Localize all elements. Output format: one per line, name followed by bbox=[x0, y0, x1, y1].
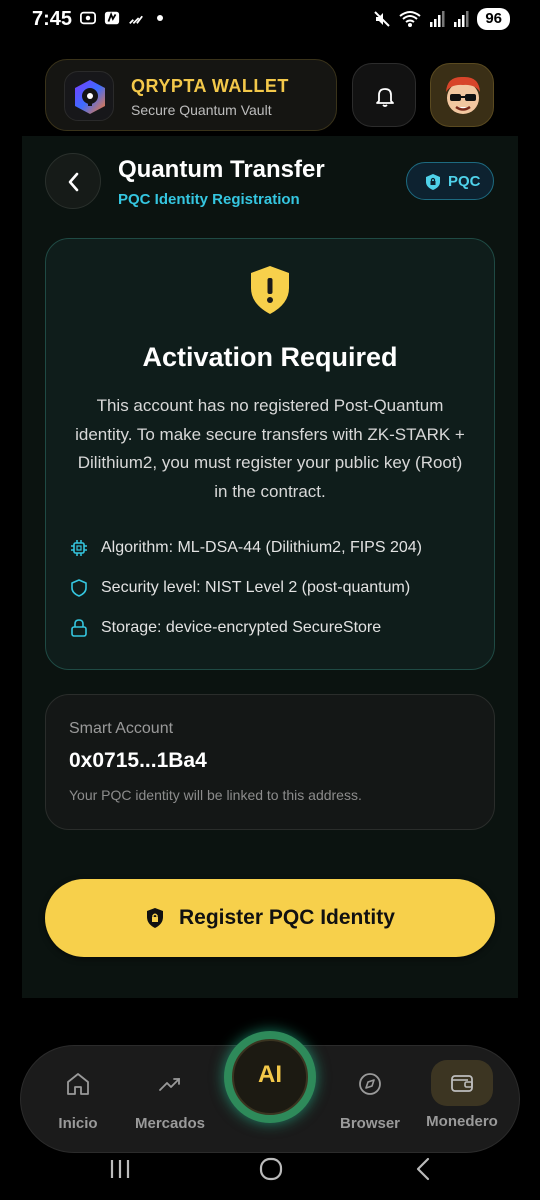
nav-label-inicio: Inicio bbox=[58, 1115, 98, 1132]
home-button-icon[interactable] bbox=[258, 1156, 284, 1182]
ai-button-inner: AI bbox=[232, 1039, 308, 1115]
logo-icon bbox=[64, 71, 114, 121]
shield-icon bbox=[71, 579, 87, 597]
status-right-icons: 96 bbox=[373, 8, 510, 30]
nav-item-mercados[interactable]: Mercados bbox=[125, 1070, 215, 1132]
app-name: QRYPTA WALLET bbox=[131, 76, 289, 96]
feature-security-text: Security level: NIST Level 2 (post-quant… bbox=[101, 579, 411, 596]
feature-storage-text: Storage: device-encrypted SecureStore bbox=[101, 619, 382, 636]
signal-icon bbox=[430, 11, 445, 27]
smart-account-label: Smart Account bbox=[69, 720, 174, 737]
page-title: Quantum Transfer bbox=[118, 156, 325, 183]
trending-up-icon bbox=[159, 1078, 180, 1091]
activation-description: This account has no registered Post-Quan… bbox=[75, 396, 465, 501]
status-left-icons bbox=[80, 10, 168, 26]
nav-item-inicio[interactable]: Inicio bbox=[33, 1070, 123, 1132]
nav-label-browser: Browser bbox=[339, 1115, 401, 1132]
shield-lock-icon bbox=[426, 174, 440, 190]
status-time: 7:45 bbox=[32, 8, 73, 30]
feature-storage: Storage: device-encrypted SecureStore bbox=[69, 616, 381, 640]
nav-label-monedero: Monedero bbox=[426, 1113, 498, 1130]
nav-item-browser[interactable]: Browser bbox=[325, 1070, 415, 1132]
shield-lock-icon bbox=[147, 908, 163, 928]
signal-icon-2 bbox=[454, 11, 469, 27]
chevron-left-icon bbox=[68, 172, 79, 192]
system-navigation-bar bbox=[0, 1150, 540, 1200]
nav-label-mercados: Mercados bbox=[134, 1115, 206, 1132]
nav-active-indicator bbox=[431, 1060, 493, 1106]
status-bar: 7:45 96 bbox=[0, 0, 540, 40]
battery-level: 96 bbox=[477, 8, 510, 30]
lock-icon bbox=[71, 619, 87, 637]
wifi-icon bbox=[399, 11, 421, 27]
nav-item-monedero[interactable]: Monedero bbox=[417, 1060, 507, 1130]
notifications-button[interactable] bbox=[352, 63, 416, 127]
smart-account-address[interactable]: 0x0715...1Ba4 bbox=[69, 749, 207, 773]
app-subtitle: Secure Quantum Vault bbox=[131, 102, 272, 118]
register-button-label: Register PQC Identity bbox=[179, 906, 395, 929]
signal-strength-icon bbox=[129, 15, 143, 24]
feature-security-level: Security level: NIST Level 2 (post-quant… bbox=[69, 576, 410, 600]
activation-title: Activation Required bbox=[142, 342, 398, 372]
dot-icon bbox=[157, 15, 163, 21]
chip-icon bbox=[71, 540, 87, 556]
warning-shield-icon bbox=[251, 266, 289, 314]
recent-apps-icon[interactable] bbox=[108, 1158, 132, 1180]
feature-algorithm: Algorithm: ML-DSA-44 (Dilithium2, FIPS 2… bbox=[69, 536, 422, 560]
bell-icon bbox=[376, 88, 394, 107]
pqc-badge-label: PQC bbox=[448, 173, 481, 190]
page-subtitle: PQC Identity Registration bbox=[118, 191, 300, 208]
ai-button-label: AI bbox=[258, 1061, 282, 1088]
mute-icon bbox=[374, 11, 391, 27]
register-pqc-identity-button[interactable]: Register PQC Identity bbox=[45, 879, 495, 957]
ai-button[interactable]: AI bbox=[224, 1031, 316, 1123]
app-icon bbox=[104, 11, 120, 25]
avatar[interactable] bbox=[430, 63, 494, 127]
screen-record-icon bbox=[80, 11, 96, 25]
back-nav-icon[interactable] bbox=[413, 1156, 433, 1182]
back-button[interactable] bbox=[45, 153, 101, 209]
compass-icon bbox=[359, 1073, 381, 1095]
smart-account-note: Your PQC identity will be linked to this… bbox=[69, 787, 362, 803]
pqc-badge: PQC bbox=[406, 162, 494, 200]
wallet-icon bbox=[451, 1075, 473, 1092]
feature-algorithm-text: Algorithm: ML-DSA-44 (Dilithium2, FIPS 2… bbox=[101, 539, 422, 556]
home-icon bbox=[67, 1073, 89, 1095]
app-header-card[interactable]: QRYPTA WALLET Secure Quantum Vault bbox=[45, 59, 337, 131]
